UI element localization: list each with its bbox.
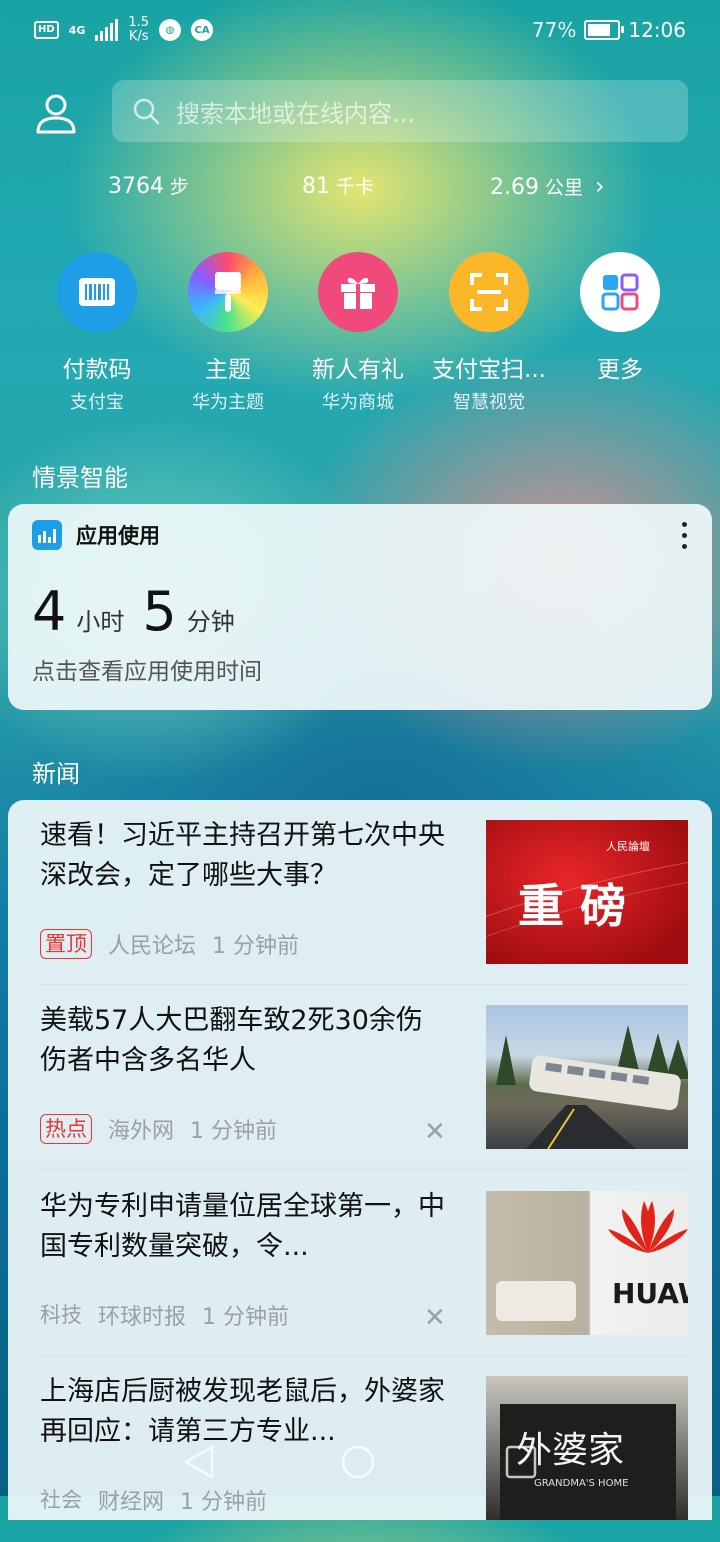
app-label: 付款码: [62, 357, 132, 383]
speed-value: 1.5: [128, 15, 150, 30]
news-thumbnail: 人民論壇 重 磅: [486, 820, 688, 964]
app-sublabel: 智慧视觉: [453, 392, 525, 413]
usage-hint: 点击查看应用使用时间: [32, 659, 262, 685]
divider: [40, 1169, 688, 1170]
network-speed: 1.5 K/s: [128, 16, 149, 44]
close-icon[interactable]: ✕: [424, 1117, 446, 1147]
thumb-text: 重 磅: [518, 879, 626, 933]
chevron-right-icon: ›: [595, 172, 605, 200]
news-headline: 华为专利申请量位居全球第一，中国专利数量突破，令...: [40, 1191, 445, 1262]
news-headline: 速看！习近平主持召开第七次中央深改会，定了哪些大事？: [40, 820, 445, 891]
app-label: 支付宝扫...: [432, 357, 546, 383]
app-usage-card[interactable]: 应用使用 4 小时 5 分钟 点击查看应用使用时间: [8, 504, 712, 710]
thumb-small-text: 人民論壇: [606, 839, 650, 853]
health-stats[interactable]: 3764 步 81 千卡 2.69 公里 ›: [0, 172, 720, 212]
barcode-icon: [57, 252, 137, 332]
globe-icon: ◍: [159, 19, 182, 41]
news-source: 环球时报: [98, 1305, 187, 1330]
app-sublabel: 支付宝: [70, 392, 124, 413]
usage-minutes: 5: [142, 580, 177, 643]
battery-percent: 77%: [531, 18, 577, 42]
news-tag: 科技: [40, 1303, 82, 1327]
gift-icon: [318, 252, 398, 332]
news-item[interactable]: 速看！习近平主持召开第七次中央深改会，定了哪些大事？ 置顶 人民论坛 1 分钟前…: [40, 800, 688, 986]
news-time: 1 分钟前: [190, 1119, 278, 1144]
news-tag: 置顶: [40, 929, 92, 959]
steps-unit: 步: [170, 176, 190, 198]
news-time: 1 分钟前: [202, 1305, 290, 1330]
bar-chart-icon: [32, 520, 62, 550]
navigation-bar: [0, 1430, 720, 1496]
ca-icon: CA: [191, 19, 214, 41]
news-feed: 速看！习近平主持召开第七次中央深改会，定了哪些大事？ 置顶 人民论坛 1 分钟前…: [8, 800, 712, 1520]
usage-minutes-unit: 分钟: [186, 608, 235, 636]
news-tag: 热点: [40, 1114, 92, 1144]
app-label: 主题: [205, 357, 251, 383]
calories-stat[interactable]: 81 千卡: [302, 172, 374, 199]
hd-voice-icon: HD: [34, 21, 59, 39]
brush-icon: [188, 252, 268, 332]
app-label: 更多: [597, 357, 643, 383]
app-sublabel: 华为商城: [322, 392, 394, 413]
news-source: 人民论坛: [108, 934, 197, 959]
news-time: 1 分钟前: [212, 934, 300, 959]
usage-hours-unit: 小时: [76, 608, 125, 636]
search-icon: [133, 98, 160, 125]
search-bar[interactable]: 搜索本地或在线内容...: [112, 80, 688, 142]
clock: 12:06: [628, 18, 686, 42]
back-icon[interactable]: [182, 1444, 216, 1480]
app-more[interactable]: 更多: [555, 252, 685, 388]
news-item[interactable]: 美载57人大巴翻车致2死30余伤 伤者中含多名华人 热点 海外网 1 分钟前 ✕: [40, 985, 688, 1171]
usage-hours: 4: [32, 580, 67, 643]
signal-icon: [95, 19, 119, 41]
news-thumbnail: [486, 1005, 688, 1149]
news-thumbnail: HUAW: [486, 1191, 688, 1335]
app-theme[interactable]: 主题 华为主题: [163, 252, 293, 414]
news-section-title: 新闻: [32, 760, 80, 788]
close-icon[interactable]: ✕: [424, 1303, 446, 1333]
app-label: 新人有礼: [312, 357, 404, 383]
grid-icon: [580, 252, 660, 332]
status-bar: HD 4G 1.5 K/s ◍ CA 77% 12:06: [0, 0, 720, 64]
home-icon[interactable]: [340, 1444, 376, 1480]
news-source: 海外网: [108, 1119, 175, 1144]
scene-section-title: 情景智能: [32, 464, 128, 492]
steps-value: 3764: [108, 174, 164, 199]
steps-stat[interactable]: 3764 步: [108, 172, 189, 199]
news-headline: 美载57人大巴翻车致2死30余伤 伤者中含多名华人: [40, 1005, 423, 1076]
speed-unit: K/s: [128, 29, 149, 44]
recents-icon[interactable]: [504, 1444, 538, 1480]
calories-value: 81: [302, 174, 330, 199]
search-input[interactable]: 搜索本地或在线内容...: [176, 94, 415, 129]
distance-stat[interactable]: 2.69 公里 ›: [490, 172, 605, 200]
app-sublabel: 华为主题: [192, 392, 264, 413]
battery-icon: [584, 20, 625, 40]
thumb-text: HUAW: [612, 1277, 688, 1310]
usage-card-title: 应用使用: [76, 524, 160, 548]
scan-icon: [449, 252, 529, 332]
more-options-icon[interactable]: [682, 522, 688, 555]
news-item[interactable]: 华为专利申请量位居全球第一，中国专利数量突破，令... 科技 环球时报 1 分钟…: [40, 1171, 688, 1357]
app-new-user-gift[interactable]: 新人有礼 华为商城: [293, 252, 423, 414]
distance-unit: 公里: [544, 177, 583, 199]
distance-value: 2.69: [490, 175, 539, 200]
network-type: 4G: [68, 23, 86, 37]
user-icon[interactable]: [34, 92, 78, 136]
calories-unit: 千卡: [336, 176, 375, 198]
app-payment-code[interactable]: 付款码 支付宝: [32, 252, 162, 414]
app-alipay-scan[interactable]: 支付宝扫... 智慧视觉: [424, 252, 554, 414]
